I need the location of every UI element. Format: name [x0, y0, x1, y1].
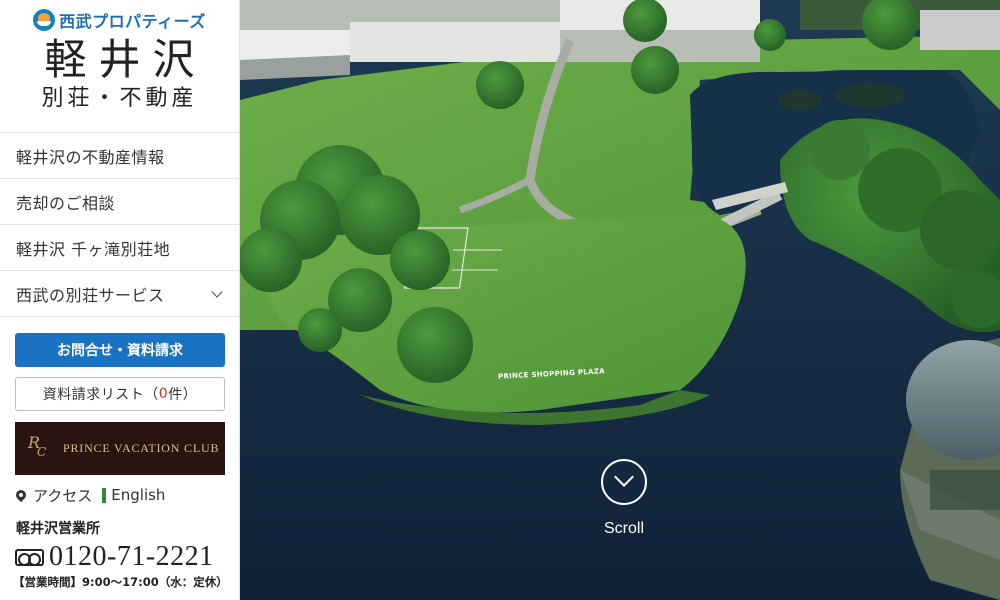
main-nav: 軽井沢の不動産情報 売却のご相談 軽井沢 千ヶ滝別荘地 西武の別荘サービス — [0, 133, 239, 317]
banner-label: PRINCE VACATION CLUB — [63, 441, 220, 455]
map-pin-icon — [13, 487, 29, 503]
office-name: 軽井沢営業所 — [16, 521, 100, 537]
request-list-suffix: 件） — [168, 387, 198, 403]
chevron-down-icon — [211, 285, 223, 298]
aerial-scene — [240, 0, 1000, 600]
utility-links: アクセス English — [13, 484, 239, 506]
access-label: アクセス — [33, 486, 93, 505]
seibu-logo-icon — [33, 9, 56, 31]
scroll-down-button[interactable] — [601, 459, 647, 505]
english-marker-icon — [102, 487, 107, 503]
nav-item-villa-services[interactable]: 西武の別荘サービス — [0, 271, 239, 317]
nav-item-label: 軽井沢 千ヶ滝別荘地 — [16, 239, 171, 259]
request-list-count: 0 — [158, 386, 169, 402]
scroll-label[interactable]: Scroll — [574, 520, 674, 538]
business-hours: 【営業時間】9:00〜17:00（水：定休） — [13, 575, 228, 589]
company-logo: 西武プロパティーズ — [0, 8, 239, 32]
nav-item-real-estate[interactable]: 軽井沢の不動産情報 — [0, 133, 239, 179]
sidebar: 西武プロパティーズ 軽井沢 別荘・不動産 軽井沢の不動産情報 売却のご相談 軽井… — [0, 0, 240, 600]
nav-item-label: 西武の別荘サービス — [16, 285, 165, 305]
nav-item-label: 軽井沢の不動産情報 — [16, 147, 165, 167]
english-link[interactable]: English — [102, 486, 165, 504]
prince-vacation-club-banner[interactable]: R C PRINCE VACATION CLUB — [15, 422, 225, 475]
chevron-down-icon — [614, 467, 634, 487]
site-title: 軽井沢 — [44, 35, 207, 84]
request-list-prefix: 資料請求リスト（ — [42, 387, 159, 403]
phone-row[interactable]: 0120-71-2221 — [15, 541, 239, 573]
nav-item-label: 売却のご相談 — [16, 193, 116, 213]
freedial-icon — [15, 548, 44, 566]
brand-header[interactable]: 西武プロパティーズ 軽井沢 別荘・不動産 — [0, 0, 239, 133]
english-label: English — [111, 486, 166, 504]
hero-aerial-image: PRINCE SHOPPING PLAZA Scroll — [240, 0, 1000, 600]
nav-item-sengataki[interactable]: 軽井沢 千ヶ滝別荘地 — [0, 225, 239, 271]
site-subtitle: 別荘・不動産 — [41, 86, 198, 111]
nav-item-sale-consultation[interactable]: 売却のご相談 — [0, 179, 239, 225]
inquiry-button[interactable]: お問合せ・資料請求 — [15, 333, 225, 367]
access-link[interactable]: アクセス — [13, 485, 93, 506]
request-list-button[interactable]: 資料請求リスト（ 0 件） — [15, 377, 225, 411]
pvc-logo-icon: R C — [27, 431, 55, 467]
company-name: 西武プロパティーズ — [59, 12, 206, 31]
phone-number[interactable]: 0120-71-2221 — [49, 541, 214, 573]
svg-text:C: C — [37, 445, 46, 459]
